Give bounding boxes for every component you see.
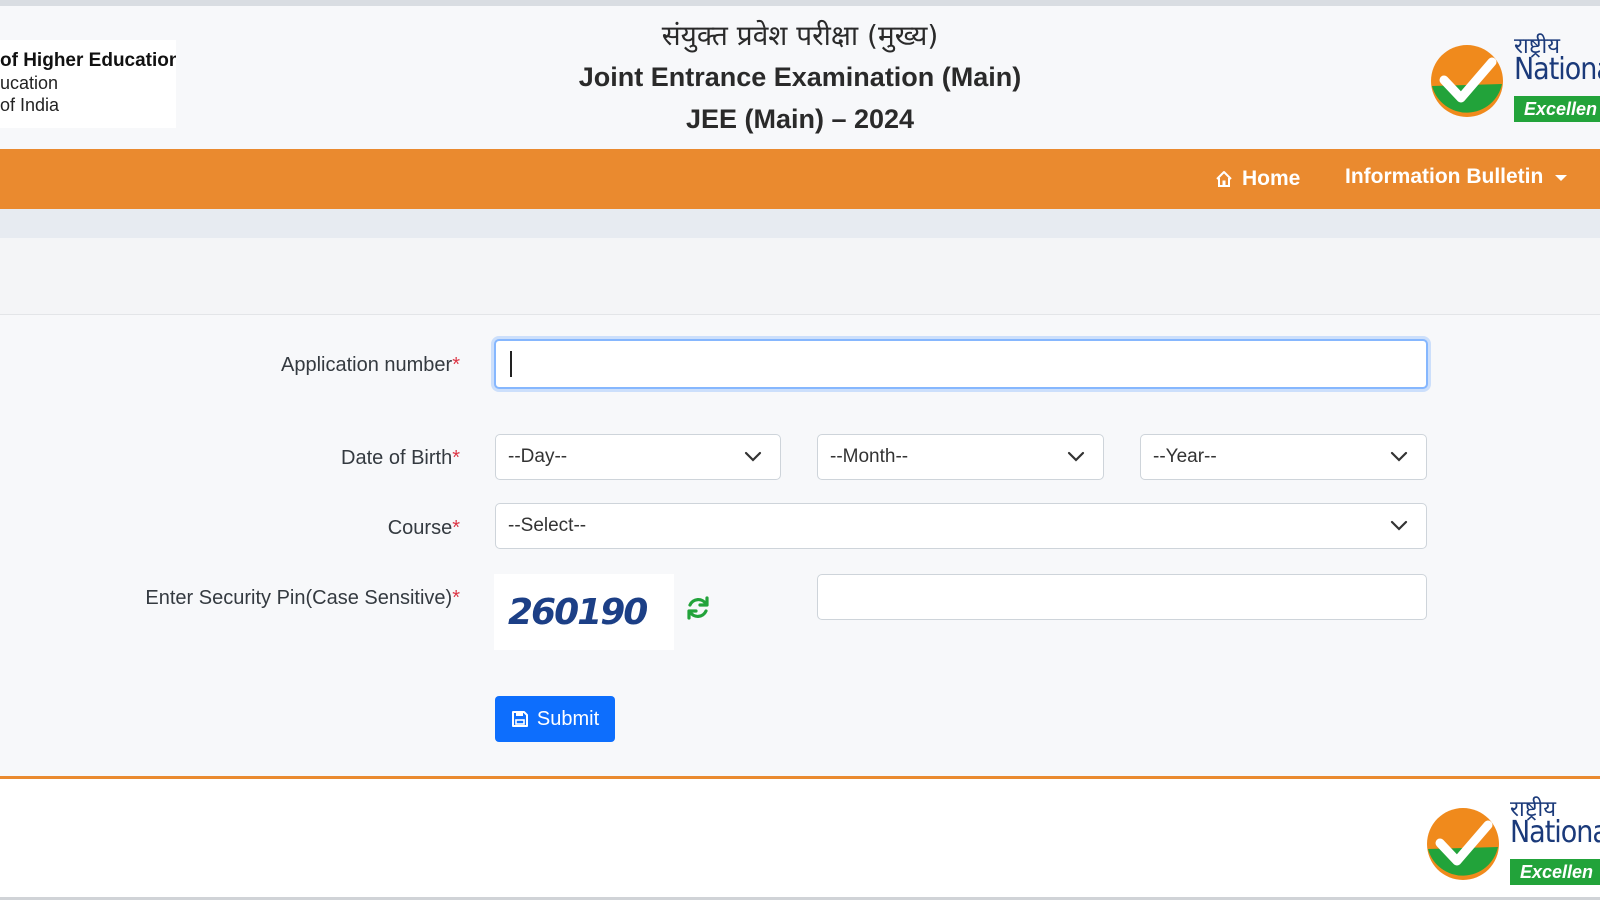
title-english: Joint Entrance Examination (Main) [578,62,1022,92]
date-of-birth-label-text: Date of Birth [341,447,453,469]
required-mark: * [452,354,460,376]
dob-day-select[interactable]: --Day-- [495,434,781,480]
submit-button[interactable]: Submit [495,696,615,742]
nav-information-bulletin[interactable]: Information Bulletin [1345,165,1568,189]
floppy-disk-icon [511,711,528,727]
security-pin-label: Enter Security Pin(Case Sensitive)* [145,587,460,610]
navbar: Home Information Bulletin [0,149,1600,209]
chevron-down-icon [744,451,762,462]
nav-bulletin-label: Information Bulletin [1345,165,1544,188]
application-number-label-text: Application number [280,354,453,376]
dob-month-value: --Month-- [830,446,909,467]
required-mark: * [452,447,460,469]
footer [0,779,1600,900]
sub-bar [0,209,1600,238]
application-number-label: Application number* [281,354,460,377]
chevron-down-icon [1390,520,1408,531]
ministry-line-3: of India [0,95,60,115]
nav-home-link[interactable]: Home [1214,167,1300,191]
content-band [0,238,1600,315]
captcha-text: 260190 [508,592,648,633]
ministry-logo: of Higher Education ucation of India [0,40,176,128]
dob-day-value: --Day-- [508,446,568,467]
logo-english-text: Nationa [1514,52,1600,87]
check-circle-icon [1427,808,1499,880]
course-select[interactable]: --Select-- [495,503,1427,549]
title-hindi: संयुक्त प्रवेश परीक्षा (मुख्य) [661,19,939,52]
logo-english-text: National [1510,815,1600,850]
chevron-down-icon [1390,451,1408,462]
security-pin-label-text: Enter Security Pin(Case Sensitive) [145,587,453,609]
logo-tagline: Excellen [1510,859,1600,885]
page-title: संयुक्त प्रवेश परीक्षा (मुख्य) Joint Ent… [500,16,1100,140]
header: of Higher Education ucation of India संय… [0,6,1600,149]
course-label: Course* [388,517,460,540]
caret-down-icon [1555,175,1568,181]
home-icon [1216,171,1232,187]
date-of-birth-label: Date of Birth* [341,447,460,470]
application-number-input[interactable] [494,339,1428,389]
chevron-down-icon [1067,451,1085,462]
captcha-image: 260190 [494,574,674,650]
security-pin-input[interactable] [817,574,1427,620]
logo-tagline: Excellen [1514,96,1600,122]
check-circle-icon [1431,45,1503,117]
dob-month-select[interactable]: --Month-- [817,434,1104,480]
ministry-line-1: of Higher Education [0,50,176,71]
dob-year-value: --Year-- [1153,446,1217,467]
course-label-text: Course [387,517,453,539]
nta-logo-footer: राष्ट्रीय National Excellen [1426,793,1600,893]
required-mark: * [452,587,460,609]
dob-year-select[interactable]: --Year-- [1140,434,1427,480]
required-mark: * [452,517,460,539]
nta-logo-top: राष्ट्रीय Nationa Excellen [1430,30,1600,130]
nav-home-label: Home [1242,167,1301,190]
course-value: --Select-- [508,515,587,536]
text-cursor [510,351,512,377]
ministry-line-2: ucation [0,73,59,93]
title-year: JEE (Main) – 2024 [685,104,915,134]
refresh-icon[interactable] [684,594,712,622]
submit-label: Submit [536,707,600,730]
